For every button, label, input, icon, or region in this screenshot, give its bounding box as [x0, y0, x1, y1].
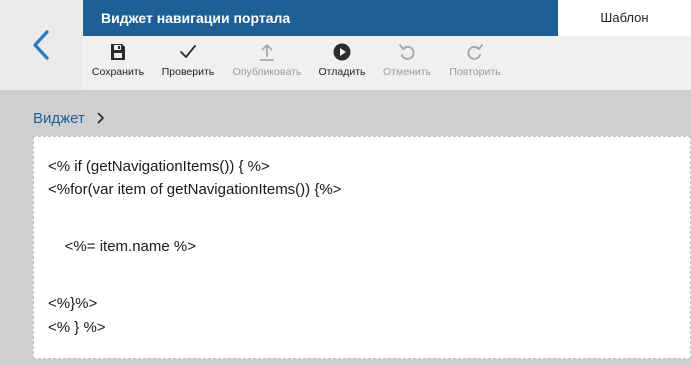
code-line: <%for(var item of getNavigationItems()) … [48, 181, 342, 198]
chevron-left-icon [33, 30, 49, 60]
publish-label: Опубликовать [232, 66, 302, 78]
check-label: Проверить [161, 66, 215, 78]
save-label: Сохранить [91, 66, 145, 78]
save-icon [111, 44, 125, 60]
breadcrumb: Виджет [33, 110, 105, 128]
breadcrumb-widget[interactable]: Виджет [33, 110, 85, 127]
toolbar: Сохранить Проверить Опубликовать Отладит… [83, 36, 691, 90]
undo-button[interactable]: Отменить [378, 36, 436, 90]
undo-label: Отменить [383, 66, 431, 78]
undo-icon [399, 44, 415, 60]
back-button[interactable] [28, 28, 56, 62]
debug-label: Отладить [318, 66, 366, 78]
chevron-right-icon [97, 111, 105, 128]
redo-button[interactable]: Повторить [444, 36, 506, 90]
check-icon [180, 45, 196, 58]
code-line: <%= item.name %> [48, 238, 196, 255]
code-line: <%}%> [48, 295, 98, 312]
publish-button[interactable]: Опубликовать [229, 36, 305, 90]
upload-icon [260, 44, 274, 61]
redo-label: Повторить [449, 66, 501, 78]
back-panel [0, 0, 83, 90]
play-icon [333, 43, 351, 61]
template-code-editor[interactable]: <% if (getNavigationItems()) { %> <%for(… [33, 136, 691, 359]
debug-button[interactable]: Отладить [314, 36, 370, 90]
page-title: Виджет навигации портала [101, 10, 291, 26]
title-bar: Виджет навигации портала Шаблон [83, 0, 691, 36]
check-button[interactable]: Проверить [157, 36, 219, 90]
code-line: <% } %> [48, 319, 106, 336]
tab-template[interactable]: Шаблон [558, 0, 691, 36]
code-line: <% if (getNavigationItems()) { %> [48, 158, 270, 175]
redo-icon [467, 44, 483, 60]
save-button[interactable]: Сохранить [87, 36, 149, 90]
